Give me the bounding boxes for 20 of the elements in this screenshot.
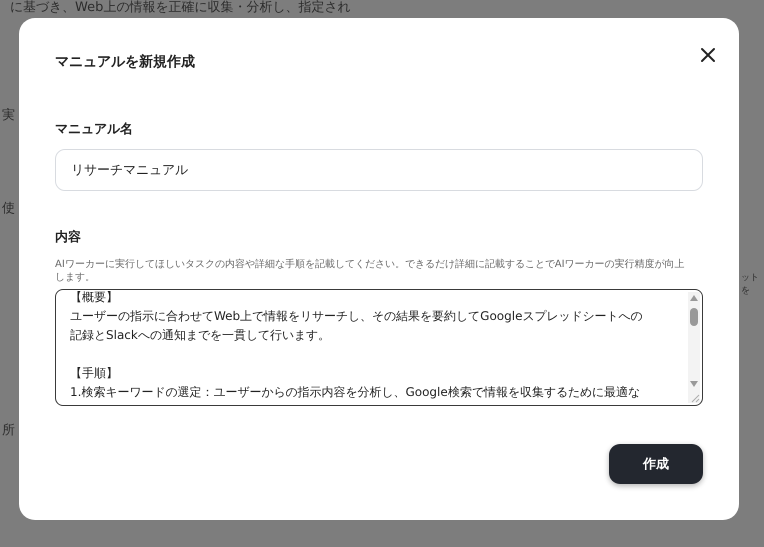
help-text: AIワーカーに実行してほしいタスクの内容や詳細な手順を記載してください。できるだけ詳細に記載することでAIワーカーの実行精度が向上します。 (55, 258, 686, 284)
content-text: 【概要】 (70, 290, 119, 306)
background-label: 使 (2, 200, 15, 218)
close-button[interactable] (699, 46, 717, 64)
content-text: ユーザーの指示に合わせてWeb上で情報をリサーチし、その結果を要約してGoogleスプレッドシートへの (70, 308, 644, 325)
field-label: マニュアル名 (55, 122, 134, 138)
field-label: 内容 (55, 230, 82, 246)
background-label: 実 (2, 107, 15, 125)
name-input[interactable]: リサーチマニュアル (55, 149, 703, 191)
background-text: ット (741, 272, 759, 285)
content-text: 記録とSlackへの通知までを一貫して行います。 (70, 327, 331, 344)
dialog-title: マニュアルを新規作成 (55, 53, 195, 71)
content-textarea[interactable]: 【概要】 ユーザーの指示に合わせてWeb上で情報をリサーチし、その結果を要約してGoogleスプレッドシートへの 記録とSlackへの通知までを一貫して行います。 【手順】 1.検索キーワードの選定：ユーザーからの指示内容を分析し、Google検索で情報を収集するために最適な (55, 289, 703, 406)
background-text: に基づき、Web上の情報を正確に収集・分析し、指定され (10, 0, 350, 17)
content-text: 【手順】 (70, 365, 119, 382)
background-text: を (741, 285, 751, 298)
background-label: 所 (2, 422, 15, 440)
create-button[interactable]: 作成 (609, 444, 703, 484)
close-icon (699, 46, 717, 64)
content-text: 1.検索キーワードの選定：ユーザーからの指示内容を分析し、Google検索で情報を収集するために最適な (70, 384, 641, 401)
